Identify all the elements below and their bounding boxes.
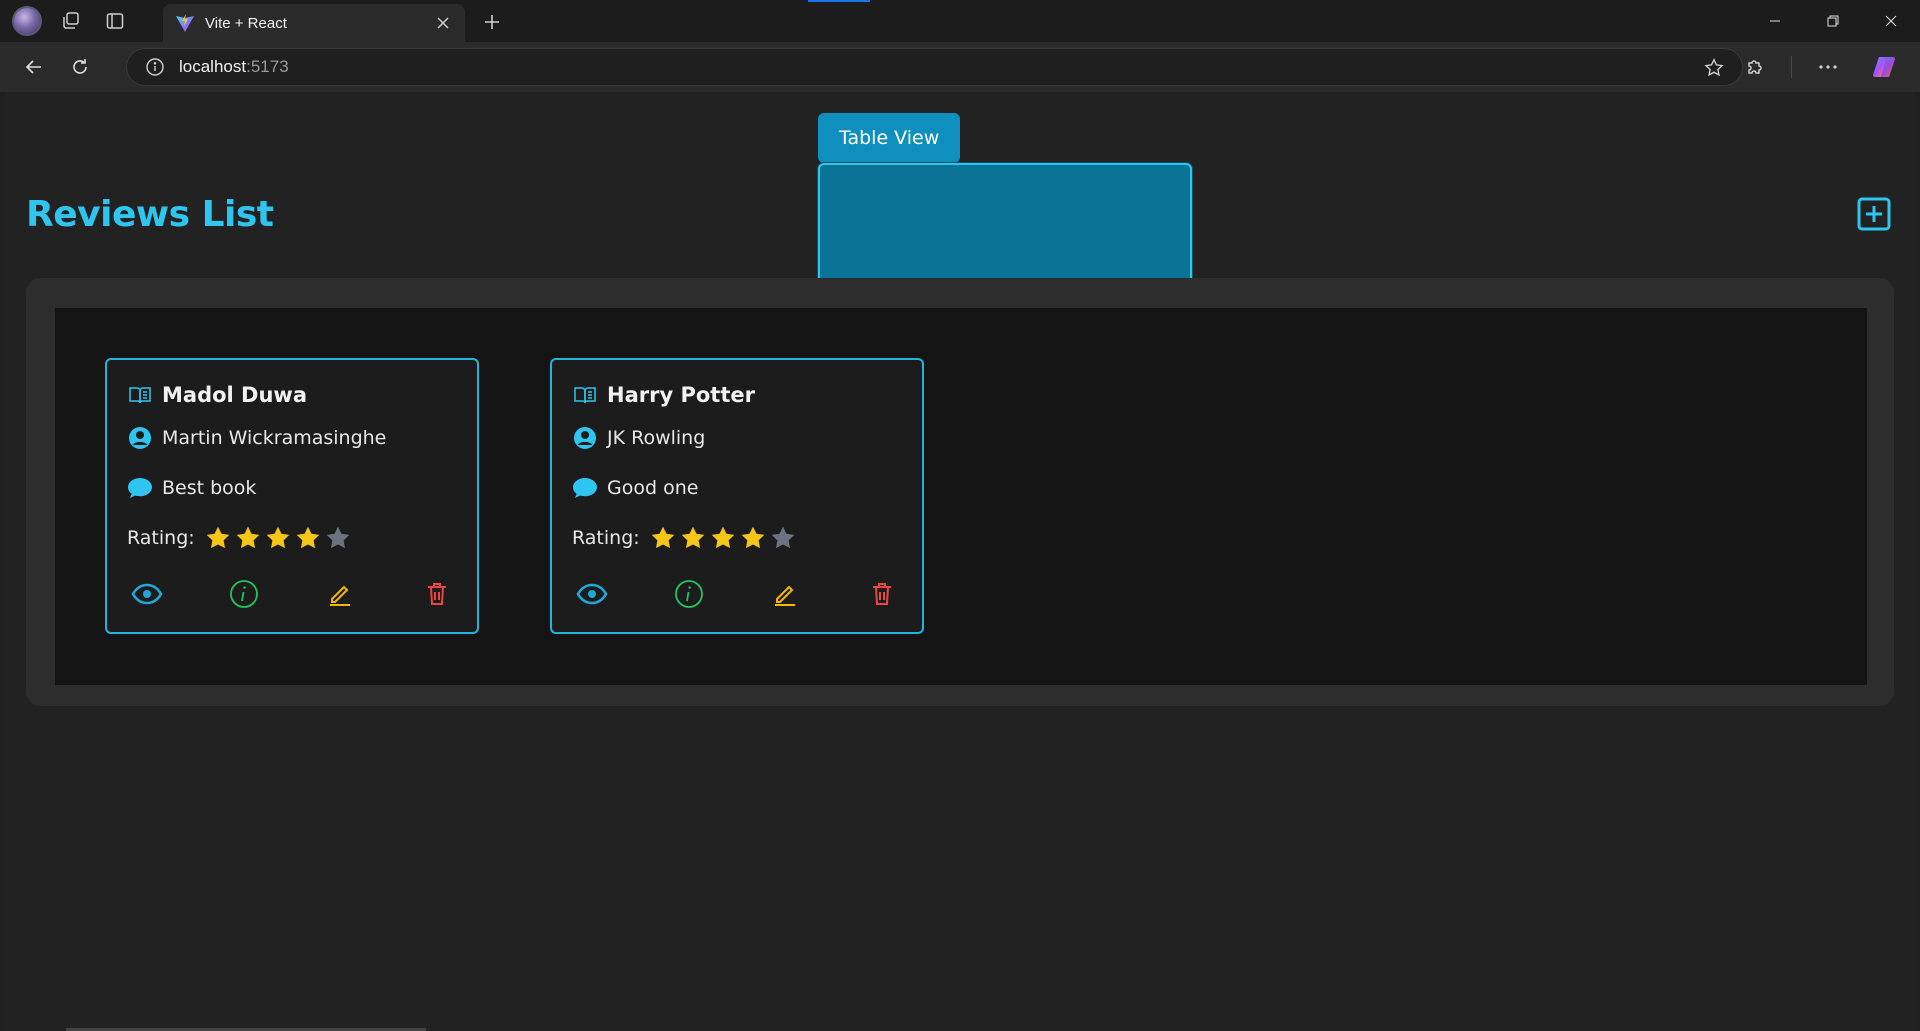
browser-tab-strip: Vite + React [0,0,1920,42]
more-menu-button[interactable] [1808,47,1848,87]
card-book-row: Madol Duwa [127,380,457,410]
star-filled-icon [741,526,764,549]
book-title: Madol Duwa [162,383,307,407]
loading-indicator [808,0,870,2]
card-actions [572,576,902,612]
star-filled-icon [206,526,229,549]
review-card: Harry Potter JK Rowling Good one Rating: [550,358,924,634]
close-icon [1885,15,1897,27]
card-actions [127,576,457,612]
star-empty-icon [771,526,794,549]
star-empty-icon [326,526,349,549]
close-tab-icon[interactable] [433,13,453,33]
trash-icon[interactable] [864,576,900,612]
eye-icon[interactable] [129,576,165,612]
vertical-tabs-icon [106,13,124,29]
card-comment-row: Best book [127,473,457,503]
plus-icon [485,15,499,29]
browser-right-tools [1735,42,1920,92]
active-tab[interactable]: Vite + React [163,4,465,42]
close-window-button[interactable] [1862,0,1920,42]
reviews-panel: Madol Duwa Martin Wickramasinghe Best bo… [26,278,1894,706]
rating-label: Rating: [572,527,640,549]
workspaces-button[interactable] [54,4,88,38]
star-filled-icon [711,526,734,549]
card-book-row: Harry Potter [572,380,902,410]
star-rating [650,525,796,551]
minimize-button[interactable] [1746,0,1804,42]
refresh-button[interactable] [60,47,100,87]
book-title: Harry Potter [607,383,755,407]
review-comment: Good one [607,477,699,499]
copilot-button[interactable] [1864,47,1904,87]
back-arrow-icon [25,60,41,74]
favorite-button[interactable] [1702,56,1726,80]
view-toggle: Table View Card View [818,113,1192,439]
trash-icon[interactable] [419,576,455,612]
star-filled-icon [681,526,704,549]
author-name: Martin Wickramasinghe [162,427,387,449]
copilot-icon [1873,57,1895,77]
star-outline-icon [1704,58,1724,77]
star-filled-icon [296,526,319,549]
vite-logo-icon [176,14,194,32]
review-card: Madol Duwa Martin Wickramasinghe Best bo… [105,358,479,634]
star-filled-icon [651,526,674,549]
url-port: :5173 [246,57,289,76]
browser-toolbar: localhost:5173 [0,42,1920,92]
address-bar[interactable]: localhost:5173 [126,48,1743,86]
open-book-icon [572,382,598,408]
card-rating-row: Rating: [572,523,902,553]
tab-title: Vite + React [205,14,287,32]
review-comment: Best book [162,477,257,499]
card-author-row: JK Rowling [572,423,902,453]
author-name: JK Rowling [607,427,706,449]
new-tab-button[interactable] [478,8,506,36]
card-author-row: Martin Wickramasinghe [127,423,457,453]
window-controls [1746,0,1920,42]
back-button[interactable] [14,47,54,87]
star-filled-icon [266,526,289,549]
star-filled-icon [236,526,259,549]
page-title: Reviews List [26,194,274,235]
page-content: Table View Card View Reviews List Madol … [6,92,1914,1031]
toolbar-divider [1791,56,1792,78]
table-view-button[interactable]: Table View [818,113,961,163]
reviews-card-grid: Madol Duwa Martin Wickramasinghe Best bo… [55,308,1867,685]
star-rating [205,525,351,551]
card-comment-row: Good one [572,473,902,503]
speech-bubble-icon [572,475,598,501]
pencil-icon[interactable] [767,576,803,612]
refresh-icon [73,59,87,74]
workspaces-icon [63,12,79,29]
info-icon[interactable] [671,576,707,612]
rating-label: Rating: [127,527,195,549]
user-circle-icon [572,425,598,451]
vertical-tabs-button[interactable] [98,4,132,38]
open-book-icon [127,382,153,408]
info-icon[interactable] [226,576,262,612]
minimize-icon [1770,20,1780,22]
puzzle-icon [1748,60,1762,74]
card-rating-row: Rating: [127,523,457,553]
restore-icon [1827,15,1839,27]
profile-avatar [12,6,42,36]
extensions-button[interactable] [1735,47,1775,87]
pencil-icon[interactable] [322,576,358,612]
restore-button[interactable] [1804,0,1862,42]
url-text: localhost:5173 [179,57,289,77]
eye-icon[interactable] [574,576,610,612]
plus-square-icon[interactable] [1856,196,1892,232]
site-info-icon[interactable] [145,57,165,77]
speech-bubble-icon [127,475,153,501]
user-circle-icon [127,425,153,451]
more-dots-icon [1819,65,1837,69]
url-host: localhost [179,57,247,76]
profile-button[interactable] [10,4,44,38]
